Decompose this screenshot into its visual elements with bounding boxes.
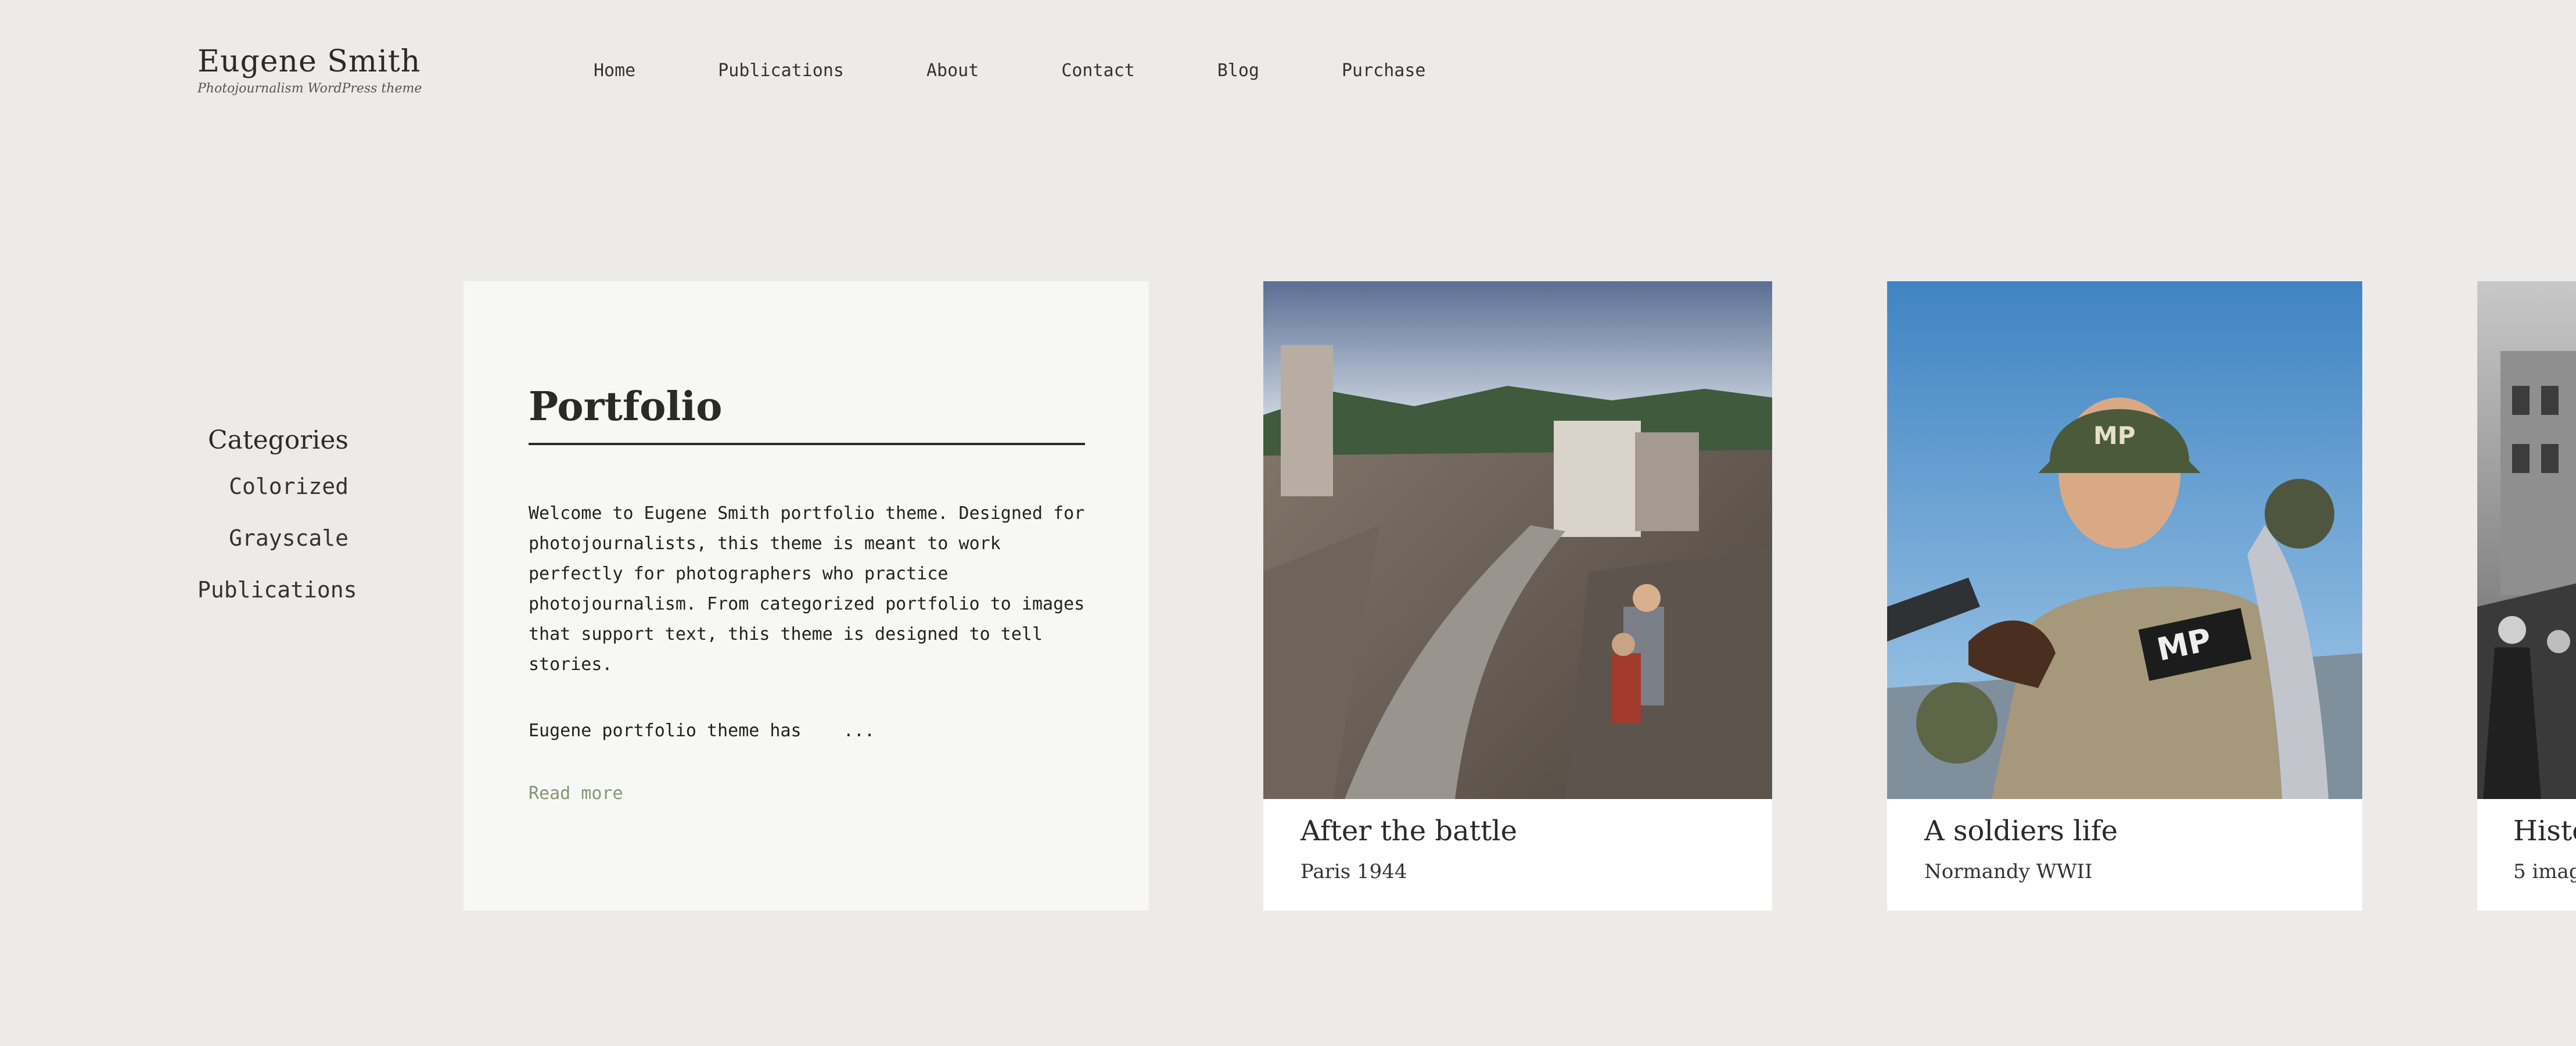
category-colorized[interactable]: Colorized — [197, 475, 349, 498]
svg-text:MP: MP — [2093, 421, 2136, 450]
card-subtitle: Normandy WWII — [1924, 860, 2093, 883]
site-title[interactable]: Eugene Smith — [197, 44, 422, 79]
card-title[interactable]: A soldiers life — [1924, 815, 2118, 847]
category-publications[interactable]: Publications — [197, 578, 357, 601]
portfolio-card-after-the-battle[interactable]: After the battle Paris 1944 — [1263, 281, 1772, 911]
war-ruins-photo[interactable] — [1263, 281, 1772, 799]
read-more-link[interactable]: Read more — [529, 783, 623, 804]
card-title[interactable]: After the battle — [1300, 815, 1517, 847]
categories-heading: Categories — [208, 425, 349, 455]
nav-contact[interactable]: Contact — [1061, 60, 1134, 81]
portfolio-card-history[interactable]: Histo 5 imag — [2477, 281, 2576, 911]
categories-sidebar: Categories Colorized Grayscale Publicati… — [197, 425, 357, 630]
site-tagline: Photojournalism WordPress theme — [197, 81, 422, 96]
site-brand[interactable]: Eugene Smith Photojournalism WordPress t… — [197, 44, 422, 96]
portfolio-title: Portfolio — [529, 384, 1085, 445]
main-nav: Home Publications About Contact Blog Pur… — [594, 60, 1508, 81]
portfolio-card-a-soldiers-life[interactable]: MP MP A soldiers life Normandy WWII — [1887, 281, 2362, 911]
card-subtitle: Paris 1944 — [1300, 860, 1407, 883]
nav-about[interactable]: About — [926, 60, 979, 81]
grayscale-crowd-photo[interactable] — [2477, 281, 2576, 799]
card-title[interactable]: Histo — [2513, 815, 2576, 847]
portfolio-excerpt: Eugene portfolio theme has ... — [529, 721, 875, 741]
card-subtitle: 5 imag — [2513, 860, 2576, 883]
portfolio-description: Welcome to Eugene Smith portfolio theme.… — [529, 503, 1085, 675]
soldier-portrait-photo[interactable]: MP MP — [1887, 281, 2362, 799]
category-grayscale[interactable]: Grayscale — [197, 526, 349, 550]
nav-purchase[interactable]: Purchase — [1342, 60, 1426, 81]
card-caption: After the battle Paris 1944 — [1300, 815, 1517, 883]
card-caption: Histo 5 imag — [2513, 815, 2576, 883]
nav-publications[interactable]: Publications — [718, 60, 844, 81]
card-caption: A soldiers life Normandy WWII — [1924, 815, 2118, 883]
portfolio-intro-card: Portfolio Welcome to Eugene Smith portfo… — [464, 281, 1149, 911]
nav-blog[interactable]: Blog — [1217, 60, 1259, 81]
nav-home[interactable]: Home — [594, 60, 635, 81]
